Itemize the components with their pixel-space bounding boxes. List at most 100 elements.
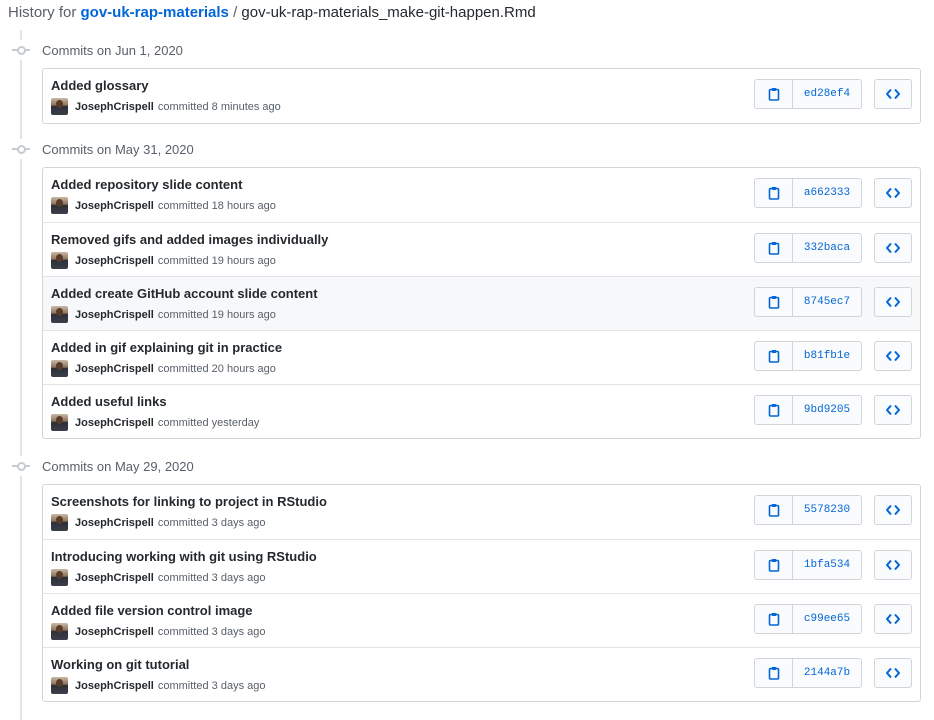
commit-message-link[interactable]: Introducing working with git using RStud…	[51, 549, 317, 564]
commit-message-link[interactable]: Added file version control image	[51, 603, 253, 618]
commit-group-header: Commits on May 29, 2020	[12, 456, 194, 476]
author-link[interactable]: JosephCrispell	[75, 417, 154, 429]
commit-actions: ed28ef4	[754, 79, 912, 109]
commit-sha-link[interactable]: 332baca	[793, 234, 861, 262]
commit-time: yesterday	[211, 416, 260, 429]
author-avatar[interactable]	[51, 98, 68, 115]
browse-repo-button[interactable]	[874, 395, 912, 425]
author-link[interactable]: JosephCrispell	[75, 309, 154, 321]
author-link[interactable]: JosephCrispell	[75, 680, 154, 692]
repo-link[interactable]: gov-uk-rap-materials	[81, 4, 229, 21]
author-avatar[interactable]	[51, 252, 68, 269]
code-icon	[886, 613, 900, 625]
author-avatar[interactable]	[51, 414, 68, 431]
commit-meta: JosephCrispell committed 20 hours ago	[51, 360, 276, 377]
author-avatar[interactable]	[51, 569, 68, 586]
sha-button-group: a662333	[754, 178, 862, 208]
clipboard-icon	[768, 295, 780, 309]
commit-sha-link[interactable]: 9bd9205	[793, 396, 861, 424]
author-avatar[interactable]	[51, 197, 68, 214]
commit-sha-link[interactable]: ed28ef4	[793, 80, 861, 108]
commit-meta: JosephCrispell committed 3 days ago	[51, 514, 266, 531]
copy-sha-button[interactable]	[755, 288, 793, 316]
copy-sha-button[interactable]	[755, 396, 793, 424]
commit-meta: JosephCrispell committed 19 hours ago	[51, 252, 276, 269]
author-avatar[interactable]	[51, 514, 68, 531]
author-link[interactable]: JosephCrispell	[75, 517, 154, 529]
commit-sha-link[interactable]: b81fb1e	[793, 342, 861, 370]
git-commit-icon	[12, 44, 30, 56]
copy-sha-button[interactable]	[755, 496, 793, 524]
clipboard-icon	[768, 503, 780, 517]
author-avatar[interactable]	[51, 306, 68, 323]
clipboard-icon	[768, 666, 780, 680]
commit-verb: committed	[157, 571, 209, 584]
copy-sha-button[interactable]	[755, 659, 793, 687]
author-link[interactable]: JosephCrispell	[75, 255, 154, 267]
commit-message-link[interactable]: Added useful links	[51, 394, 167, 409]
commit-message-link[interactable]: Screenshots for linking to project in RS…	[51, 494, 327, 509]
commit-row: Added file version control image JosephCr…	[43, 593, 920, 647]
browse-repo-button[interactable]	[874, 604, 912, 634]
code-icon	[886, 88, 900, 100]
author-link[interactable]: JosephCrispell	[75, 200, 154, 212]
author-link[interactable]: JosephCrispell	[75, 626, 154, 638]
author-link[interactable]: JosephCrispell	[75, 101, 154, 113]
commit-sha-link[interactable]: 5578230	[793, 496, 861, 524]
commit-time: 8 minutes ago	[211, 100, 281, 113]
browse-repo-button[interactable]	[874, 658, 912, 688]
sha-button-group: b81fb1e	[754, 341, 862, 371]
copy-sha-button[interactable]	[755, 342, 793, 370]
code-icon	[886, 667, 900, 679]
commit-row: Screenshots for linking to project in RS…	[43, 485, 920, 539]
author-link[interactable]: JosephCrispell	[75, 363, 154, 375]
commit-sha-link[interactable]: 8745ec7	[793, 288, 861, 316]
browse-repo-button[interactable]	[874, 287, 912, 317]
commit-message-link[interactable]: Added repository slide content	[51, 177, 242, 192]
browse-repo-button[interactable]	[874, 550, 912, 580]
commit-verb: committed	[157, 416, 209, 429]
author-link[interactable]: JosephCrispell	[75, 572, 154, 584]
copy-sha-button[interactable]	[755, 551, 793, 579]
commit-time: 3 days ago	[211, 625, 266, 638]
author-avatar[interactable]	[51, 360, 68, 377]
browse-repo-button[interactable]	[874, 233, 912, 263]
sha-button-group: 332baca	[754, 233, 862, 263]
browse-repo-button[interactable]	[874, 495, 912, 525]
commit-message-link[interactable]: Added glossary	[51, 78, 149, 93]
browse-repo-button[interactable]	[874, 79, 912, 109]
commit-actions: 1bfa534	[754, 550, 912, 580]
copy-sha-button[interactable]	[755, 234, 793, 262]
commit-message-link[interactable]: Working on git tutorial	[51, 657, 189, 672]
commit-sha-link[interactable]: 1bfa534	[793, 551, 861, 579]
copy-sha-button[interactable]	[755, 605, 793, 633]
clipboard-icon	[768, 349, 780, 363]
copy-sha-button[interactable]	[755, 179, 793, 207]
commit-verb: committed	[157, 516, 209, 529]
commit-meta: JosephCrispell committed 3 days ago	[51, 623, 266, 640]
commit-meta: JosephCrispell committed 19 hours ago	[51, 306, 276, 323]
commit-group-date: Commits on May 29, 2020	[42, 458, 194, 474]
commit-message-link[interactable]: Added create GitHub account slide conten…	[51, 286, 318, 301]
commit-sha-link[interactable]: c99ee65	[793, 605, 861, 633]
commit-message-link[interactable]: Added in gif explaining git in practice	[51, 340, 282, 355]
clipboard-icon	[768, 241, 780, 255]
copy-sha-button[interactable]	[755, 80, 793, 108]
commit-message-link[interactable]: Removed gifs and added images individual…	[51, 232, 328, 247]
commit-actions: b81fb1e	[754, 341, 912, 371]
commit-list: Screenshots for linking to project in RS…	[42, 484, 921, 702]
browse-repo-button[interactable]	[874, 341, 912, 371]
commit-sha-link[interactable]: 2144a7b	[793, 659, 861, 687]
commit-sha-link[interactable]: a662333	[793, 179, 861, 207]
code-icon	[886, 559, 900, 571]
commit-row: Removed gifs and added images individual…	[43, 222, 920, 276]
browse-repo-button[interactable]	[874, 178, 912, 208]
commit-row: Added in gif explaining git in practice J…	[43, 330, 920, 384]
page-title: History for gov-uk-rap-materials / gov-u…	[8, 4, 536, 21]
author-avatar[interactable]	[51, 623, 68, 640]
commit-list: Added glossary JosephCrispell committed 8 …	[42, 68, 921, 124]
code-icon	[886, 242, 900, 254]
author-avatar[interactable]	[51, 677, 68, 694]
code-icon	[886, 350, 900, 362]
commit-row: Introducing working with git using RStud…	[43, 539, 920, 593]
